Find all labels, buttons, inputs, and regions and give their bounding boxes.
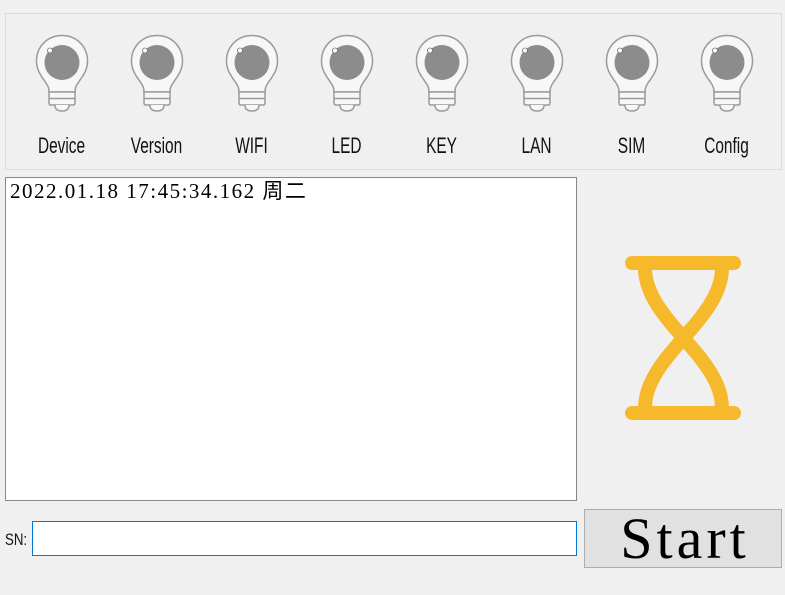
lightbulb-icon	[319, 33, 375, 113]
indicator-led: LED	[299, 14, 394, 169]
indicator-label: LED	[331, 133, 362, 158]
lightbulb-icon	[414, 33, 470, 113]
hourglass-icon	[625, 256, 741, 420]
indicator-label: LAN	[521, 133, 552, 158]
indicator-label: Config	[704, 133, 749, 158]
sn-input[interactable]	[32, 521, 577, 556]
indicator-lan: LAN	[489, 14, 584, 169]
indicator-sim: SIM	[584, 14, 679, 169]
sn-label: SN:	[5, 530, 28, 549]
indicator-label: Version	[130, 133, 183, 158]
lightbulb-icon	[34, 33, 90, 113]
lightbulb-icon	[604, 33, 660, 113]
indicator-key: KEY	[394, 14, 489, 169]
log-line: 2022.01.18 17:45:34.162 周二	[10, 179, 308, 203]
indicator-label: Device	[37, 133, 86, 158]
indicator-wifi: WIFI	[204, 14, 299, 169]
indicator-version: Version	[109, 14, 204, 169]
lightbulb-icon	[224, 33, 280, 113]
lightbulb-icon	[129, 33, 185, 113]
log-textbox[interactable]: 2022.01.18 17:45:34.162 周二	[5, 177, 577, 501]
lightbulb-icon	[509, 33, 565, 113]
status-indicator-panel: Device Version WIFI LED KEY LAN SIM Conf…	[5, 13, 782, 170]
lightbulb-icon	[699, 33, 755, 113]
indicator-label: SIM	[617, 133, 646, 158]
indicator-device: Device	[14, 14, 109, 169]
start-button[interactable]: Start	[584, 509, 782, 568]
indicator-label: WIFI	[235, 133, 268, 158]
indicator-config: Config	[679, 14, 774, 169]
indicator-label: KEY	[426, 133, 457, 158]
